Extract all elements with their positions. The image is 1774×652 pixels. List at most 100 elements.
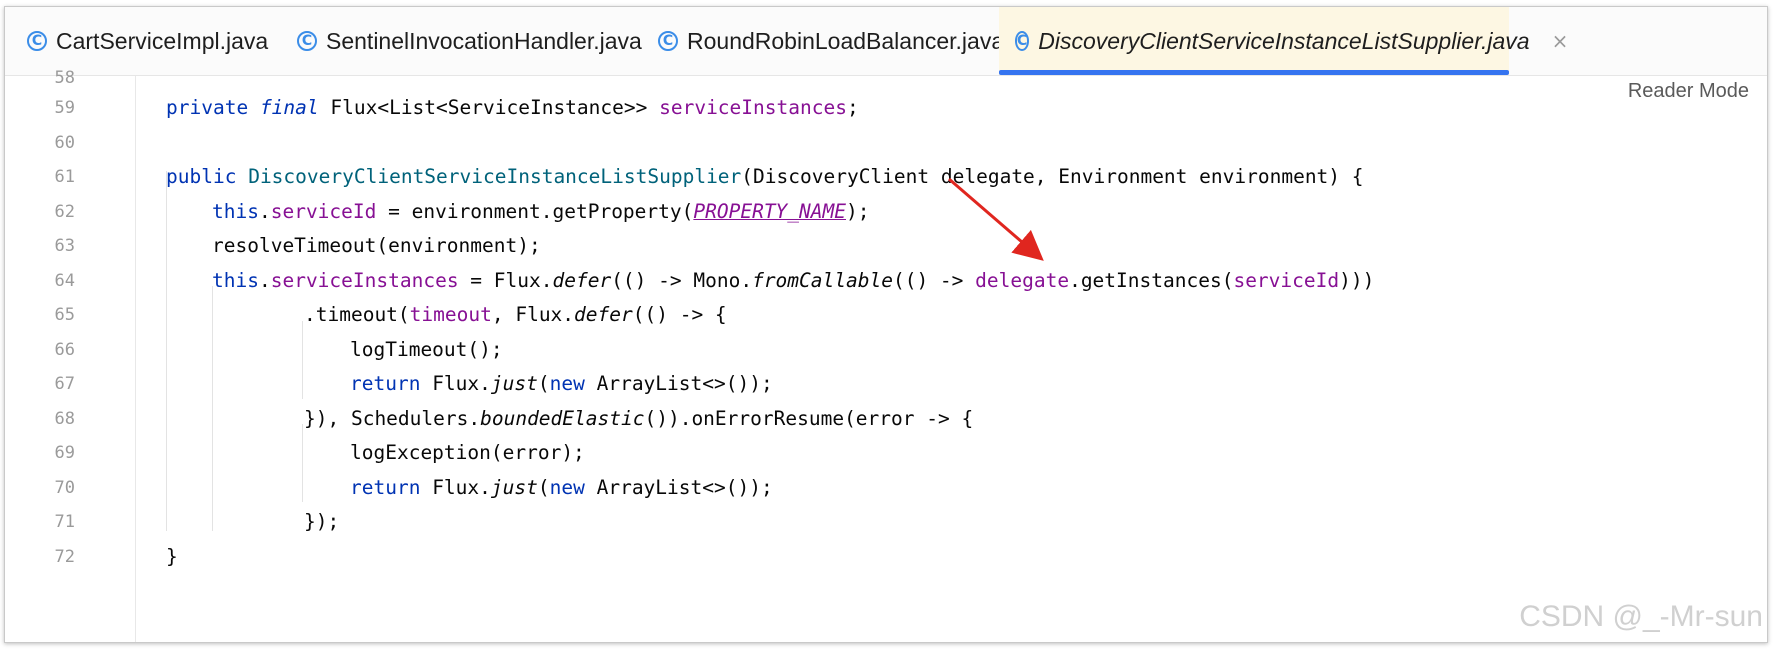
code-line-64[interactable]: this.serviceInstances = Flux.defer(() ->… bbox=[212, 269, 1374, 293]
code-token: (DiscoveryClient delegate, Environment e… bbox=[741, 165, 1364, 188]
line-number: 59 bbox=[54, 98, 75, 118]
code-token: ); bbox=[846, 200, 870, 223]
code-token: }); bbox=[304, 510, 340, 533]
code-line-71[interactable]: }); bbox=[304, 510, 339, 534]
code-token: , Flux. bbox=[491, 303, 575, 326]
code-token: = environment.getProperty( bbox=[376, 200, 694, 223]
code-token: new bbox=[549, 372, 585, 395]
line-number: 68 bbox=[54, 409, 75, 429]
code-token: ( bbox=[537, 372, 550, 395]
code-token: ArrayList<>()); bbox=[584, 372, 773, 395]
code-line-59[interactable]: private final Flux<List<ServiceInstance>… bbox=[166, 96, 859, 120]
tab-label: SentinelInvocationHandler.java bbox=[326, 27, 642, 54]
code-token: boundedElastic bbox=[480, 407, 645, 430]
code-token: ArrayList<>()); bbox=[584, 476, 773, 499]
code-token: delegate bbox=[975, 269, 1070, 292]
code-token: serviceInstances bbox=[270, 269, 459, 292]
code-token: . bbox=[258, 200, 271, 223]
code-token: ; bbox=[846, 96, 859, 119]
code-line-61[interactable]: public DiscoveryClientServiceInstanceLis… bbox=[166, 165, 1364, 189]
code-token: this bbox=[212, 269, 259, 292]
line-number: 60 bbox=[54, 133, 75, 153]
code-token: .getInstances( bbox=[1069, 269, 1234, 292]
code-line-62[interactable]: this.serviceId = environment.getProperty… bbox=[212, 200, 869, 224]
code-token: final bbox=[259, 96, 319, 119]
code-line-68[interactable]: }), Schedulers.boundedElastic()).onError… bbox=[304, 407, 973, 431]
code-editor[interactable]: Reader Mode 58 59 60 61 62 63 64 65 66 6… bbox=[5, 68, 1767, 642]
line-number: 63 bbox=[54, 236, 75, 256]
code-token: .timeout( bbox=[304, 303, 410, 326]
reader-mode-button[interactable]: Reader Mode bbox=[1628, 80, 1749, 103]
tab-label: RoundRobinLoadBalancer.java bbox=[687, 27, 1005, 54]
code-line-65[interactable]: .timeout(timeout, Flux.defer(() -> { bbox=[304, 303, 727, 327]
class-icon: C bbox=[658, 31, 678, 51]
line-number: 64 bbox=[54, 271, 75, 291]
code-token: (() -> Mono. bbox=[611, 269, 753, 292]
code-token: Flux. bbox=[420, 372, 491, 395]
code-token: timeout bbox=[409, 303, 492, 326]
line-number: 61 bbox=[54, 167, 75, 187]
code-token: PROPERTY_NAME bbox=[693, 200, 846, 223]
code-token: serviceId bbox=[270, 200, 377, 223]
code-token: just bbox=[490, 476, 538, 499]
code-token: logException(error); bbox=[350, 441, 585, 464]
tab-roundrobinloadbalancer[interactable]: C RoundRobinLoadBalancer.java bbox=[658, 7, 1004, 75]
code-token: . bbox=[258, 269, 271, 292]
tab-cartserviceimpl[interactable]: C CartServiceImpl.java bbox=[27, 7, 268, 75]
line-number: 71 bbox=[54, 512, 75, 532]
close-icon[interactable]: × bbox=[1552, 29, 1569, 53]
line-number: 65 bbox=[54, 305, 75, 325]
gutter-separator bbox=[135, 76, 136, 642]
class-icon: C bbox=[27, 31, 47, 51]
code-token: }), Schedulers. bbox=[304, 407, 481, 430]
code-token: ()).onErrorResume(error -> { bbox=[644, 407, 974, 430]
code-token: (() -> { bbox=[632, 303, 727, 326]
line-number: 67 bbox=[54, 374, 75, 394]
active-tab-indicator bbox=[999, 70, 1509, 75]
line-number: 72 bbox=[54, 547, 75, 567]
code-token: } bbox=[166, 545, 178, 568]
code-token: public bbox=[166, 165, 237, 188]
tab-label: DiscoveryClientServiceInstanceListSuppli… bbox=[1038, 27, 1530, 54]
line-number: 69 bbox=[54, 443, 75, 463]
code-token: this bbox=[212, 200, 259, 223]
editor-window: C CartServiceImpl.java C SentinelInvocat… bbox=[4, 6, 1768, 643]
code-line-72[interactable]: } bbox=[166, 545, 178, 569]
code-token: Flux<List<ServiceInstance>> bbox=[318, 96, 660, 119]
tab-discoveryclientserviceinstancelistsupplier[interactable]: C DiscoveryClientServiceInstanceListSupp… bbox=[999, 7, 1568, 75]
indent-guide bbox=[166, 171, 167, 531]
code-token: serviceId bbox=[1233, 269, 1340, 292]
code-token: ( bbox=[537, 476, 550, 499]
line-number: 70 bbox=[54, 478, 75, 498]
code-token: return bbox=[350, 372, 421, 395]
tab-bar: C CartServiceImpl.java C SentinelInvocat… bbox=[5, 7, 1767, 76]
indent-guide bbox=[212, 286, 213, 531]
code-token: (() -> bbox=[892, 269, 976, 292]
code-token: serviceInstances bbox=[659, 96, 847, 119]
code-line-67[interactable]: return Flux.just(new ArrayList<>()); bbox=[350, 372, 773, 396]
code-token: private bbox=[166, 96, 249, 119]
code-token: defer bbox=[552, 269, 612, 292]
tab-label: CartServiceImpl.java bbox=[56, 27, 269, 54]
code-token: just bbox=[490, 372, 538, 395]
code-line-66[interactable]: logTimeout(); bbox=[350, 338, 503, 362]
code-token: logTimeout(); bbox=[350, 338, 503, 361]
code-token: DiscoveryClientServiceInstanceListSuppli… bbox=[248, 165, 742, 188]
line-number: 58 bbox=[54, 68, 75, 88]
class-icon: C bbox=[297, 31, 317, 51]
line-number: 66 bbox=[54, 340, 75, 360]
code-token: return bbox=[350, 476, 421, 499]
code-line-69[interactable]: logException(error); bbox=[350, 441, 585, 465]
tab-sentinelinvocationhandler[interactable]: C SentinelInvocationHandler.java bbox=[297, 7, 642, 75]
code-line-70[interactable]: return Flux.just(new ArrayList<>()); bbox=[350, 476, 773, 500]
watermark: CSDN @_-Mr-sun bbox=[1519, 600, 1763, 633]
code-token: = Flux. bbox=[458, 269, 553, 292]
code-token: Flux. bbox=[420, 476, 491, 499]
code-line-63[interactable]: resolveTimeout(environment); bbox=[212, 234, 541, 258]
code-token: new bbox=[549, 476, 585, 499]
code-token: resolveTimeout(environment); bbox=[212, 234, 541, 257]
indent-guide bbox=[302, 424, 303, 502]
indent-guide bbox=[302, 321, 303, 399]
